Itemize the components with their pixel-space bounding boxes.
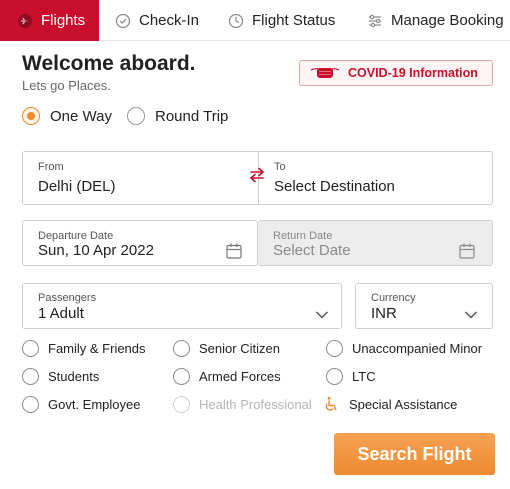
covid-info-link[interactable]: COVID-19 Information bbox=[299, 60, 493, 86]
special-assistance-link[interactable]: Special Assistance bbox=[324, 396, 457, 413]
calendar-icon bbox=[225, 242, 243, 260]
fare-health-professional: Health Professional bbox=[173, 396, 312, 413]
departure-date-label: Departure Date bbox=[38, 230, 114, 242]
check-circle-icon bbox=[115, 13, 131, 29]
to-field[interactable]: To Select Destination bbox=[259, 152, 492, 204]
tab-flights[interactable]: Flights bbox=[0, 0, 99, 41]
top-tab-bar: Flights Check-In Flight Status Manage Bo… bbox=[0, 0, 510, 41]
fare-label: Students bbox=[48, 369, 100, 384]
tab-check-in-label: Check-In bbox=[139, 12, 200, 29]
to-value: Select Destination bbox=[274, 178, 395, 195]
fare-label: Senior Citizen bbox=[199, 341, 280, 356]
page-title: Welcome aboard. bbox=[22, 52, 196, 75]
fare-ltc[interactable]: LTC bbox=[326, 368, 376, 385]
search-flight-button[interactable]: Search Flight bbox=[334, 433, 495, 475]
fare-family-friends[interactable]: Family & Friends bbox=[22, 340, 146, 357]
mask-icon bbox=[310, 66, 340, 80]
return-date-value: Select Date bbox=[273, 242, 351, 259]
departure-date-value: Sun, 10 Apr 2022 bbox=[38, 242, 154, 259]
round-trip-radio[interactable] bbox=[127, 107, 145, 125]
fare-label: Family & Friends bbox=[48, 341, 146, 356]
currency-select[interactable]: Currency INR bbox=[355, 283, 493, 329]
fare-label: Govt. Employee bbox=[48, 397, 141, 412]
fare-label: Armed Forces bbox=[199, 369, 281, 384]
sliders-icon bbox=[367, 13, 383, 29]
tab-check-in[interactable]: Check-In bbox=[99, 0, 212, 41]
one-way-option[interactable]: One Way bbox=[22, 107, 112, 125]
tab-manage-booking-label: Manage Booking bbox=[391, 12, 504, 29]
fare-students[interactable]: Students bbox=[22, 368, 99, 385]
fare-radio[interactable] bbox=[173, 340, 190, 357]
departure-date-field[interactable]: Departure Date Sun, 10 Apr 2022 bbox=[22, 220, 258, 266]
from-value: Delhi (DEL) bbox=[38, 178, 116, 195]
round-trip-option[interactable]: Round Trip bbox=[127, 107, 228, 125]
fare-radio[interactable] bbox=[326, 368, 343, 385]
fare-radio[interactable] bbox=[22, 368, 39, 385]
return-date-field: Return Date Select Date bbox=[258, 220, 493, 266]
chevron-down-icon bbox=[464, 307, 478, 319]
clock-icon bbox=[228, 13, 244, 29]
plane-icon bbox=[17, 13, 33, 29]
fare-radio bbox=[173, 396, 190, 413]
page-subtitle: Lets go Places. bbox=[22, 78, 111, 93]
fare-label: Unaccompanied Minor bbox=[352, 341, 483, 356]
fare-unaccompanied-minor[interactable]: Unaccompanied Minor bbox=[326, 340, 482, 357]
swap-route-button[interactable] bbox=[247, 166, 267, 188]
special-assistance-label: Special Assistance bbox=[349, 397, 458, 412]
covid-info-label: COVID-19 Information bbox=[348, 66, 478, 80]
fare-senior-citizen[interactable]: Senior Citizen bbox=[173, 340, 280, 357]
fare-radio[interactable] bbox=[22, 396, 39, 413]
fare-armed-forces[interactable]: Armed Forces bbox=[173, 368, 281, 385]
one-way-label: One Way bbox=[50, 107, 112, 125]
chevron-down-icon bbox=[315, 307, 329, 319]
fare-radio[interactable] bbox=[326, 340, 343, 357]
fare-radio[interactable] bbox=[173, 368, 190, 385]
to-label: To bbox=[274, 161, 286, 173]
currency-label: Currency bbox=[371, 292, 416, 304]
return-date-label: Return Date bbox=[273, 230, 333, 242]
fare-label: LTC bbox=[352, 369, 376, 384]
from-field[interactable]: From Delhi (DEL) bbox=[23, 152, 258, 204]
passengers-value: 1 Adult bbox=[38, 305, 84, 322]
currency-value: INR bbox=[371, 305, 397, 322]
one-way-radio[interactable] bbox=[22, 107, 40, 125]
swap-arrows-icon bbox=[248, 166, 266, 189]
calendar-icon bbox=[458, 242, 476, 260]
tab-flight-status[interactable]: Flight Status bbox=[212, 0, 351, 41]
tab-manage-booking[interactable]: Manage Booking bbox=[351, 0, 510, 41]
wheelchair-icon bbox=[324, 396, 341, 413]
tab-flight-status-label: Flight Status bbox=[252, 12, 336, 29]
fare-radio[interactable] bbox=[22, 340, 39, 357]
fare-label: Health Professional bbox=[199, 397, 312, 412]
passengers-label: Passengers bbox=[38, 292, 97, 304]
fare-govt-employee[interactable]: Govt. Employee bbox=[22, 396, 141, 413]
round-trip-label: Round Trip bbox=[155, 107, 229, 125]
from-label: From bbox=[38, 161, 64, 173]
tab-flights-label: Flights bbox=[41, 12, 86, 29]
passengers-select[interactable]: Passengers 1 Adult bbox=[22, 283, 342, 329]
